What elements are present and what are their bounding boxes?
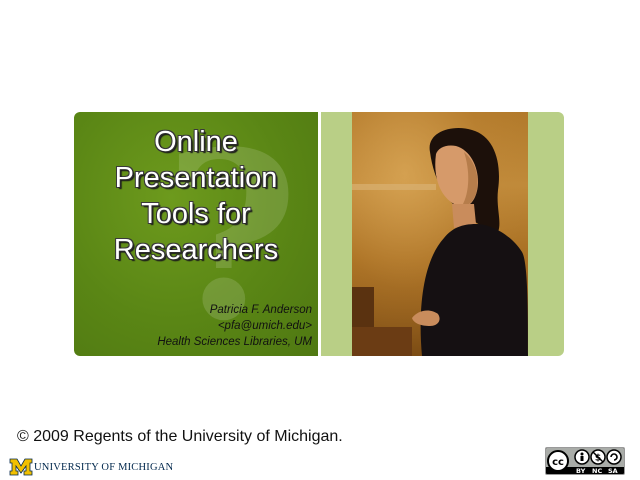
presentation-title: Online Presentation Tools for Researcher…	[74, 124, 318, 268]
author-info: Patricia F. Anderson <pfa@umich.edu> Hea…	[157, 302, 312, 350]
presenter-photo	[352, 112, 528, 356]
author-name: Patricia F. Anderson	[209, 304, 312, 316]
cc-label-by: BY	[576, 467, 586, 475]
block-m-logo-icon	[9, 458, 33, 476]
title-line-3: Tools for	[141, 198, 251, 230]
author-affiliation: Health Sciences Libraries, UM	[157, 336, 312, 348]
title-card: ? Online Presentation Tools for Research…	[74, 112, 564, 356]
presenter-silhouette-icon	[412, 128, 528, 356]
title-panel: ? Online Presentation Tools for Research…	[74, 112, 318, 356]
cc-label-sa: SA	[608, 467, 618, 475]
university-logo: UNIVERSITY OF MICHIGAN	[9, 457, 173, 477]
title-line-2: Presentation	[114, 162, 278, 194]
slide: ? Online Presentation Tools for Research…	[0, 0, 640, 480]
university-name: UNIVERSITY OF MICHIGAN	[34, 461, 174, 473]
author-email: <pfa@umich.edu>	[217, 320, 312, 332]
panel-divider	[318, 112, 321, 356]
title-line-4: Researchers	[113, 234, 279, 266]
title-line-1: Online	[154, 126, 238, 158]
cc-license-badge: cc $ BY NC SA	[545, 447, 625, 475]
svg-text:cc: cc	[552, 457, 564, 468]
copyright-text: © 2009 Regents of the University of Mich…	[17, 428, 343, 445]
cc-label-nc: NC	[592, 467, 603, 475]
